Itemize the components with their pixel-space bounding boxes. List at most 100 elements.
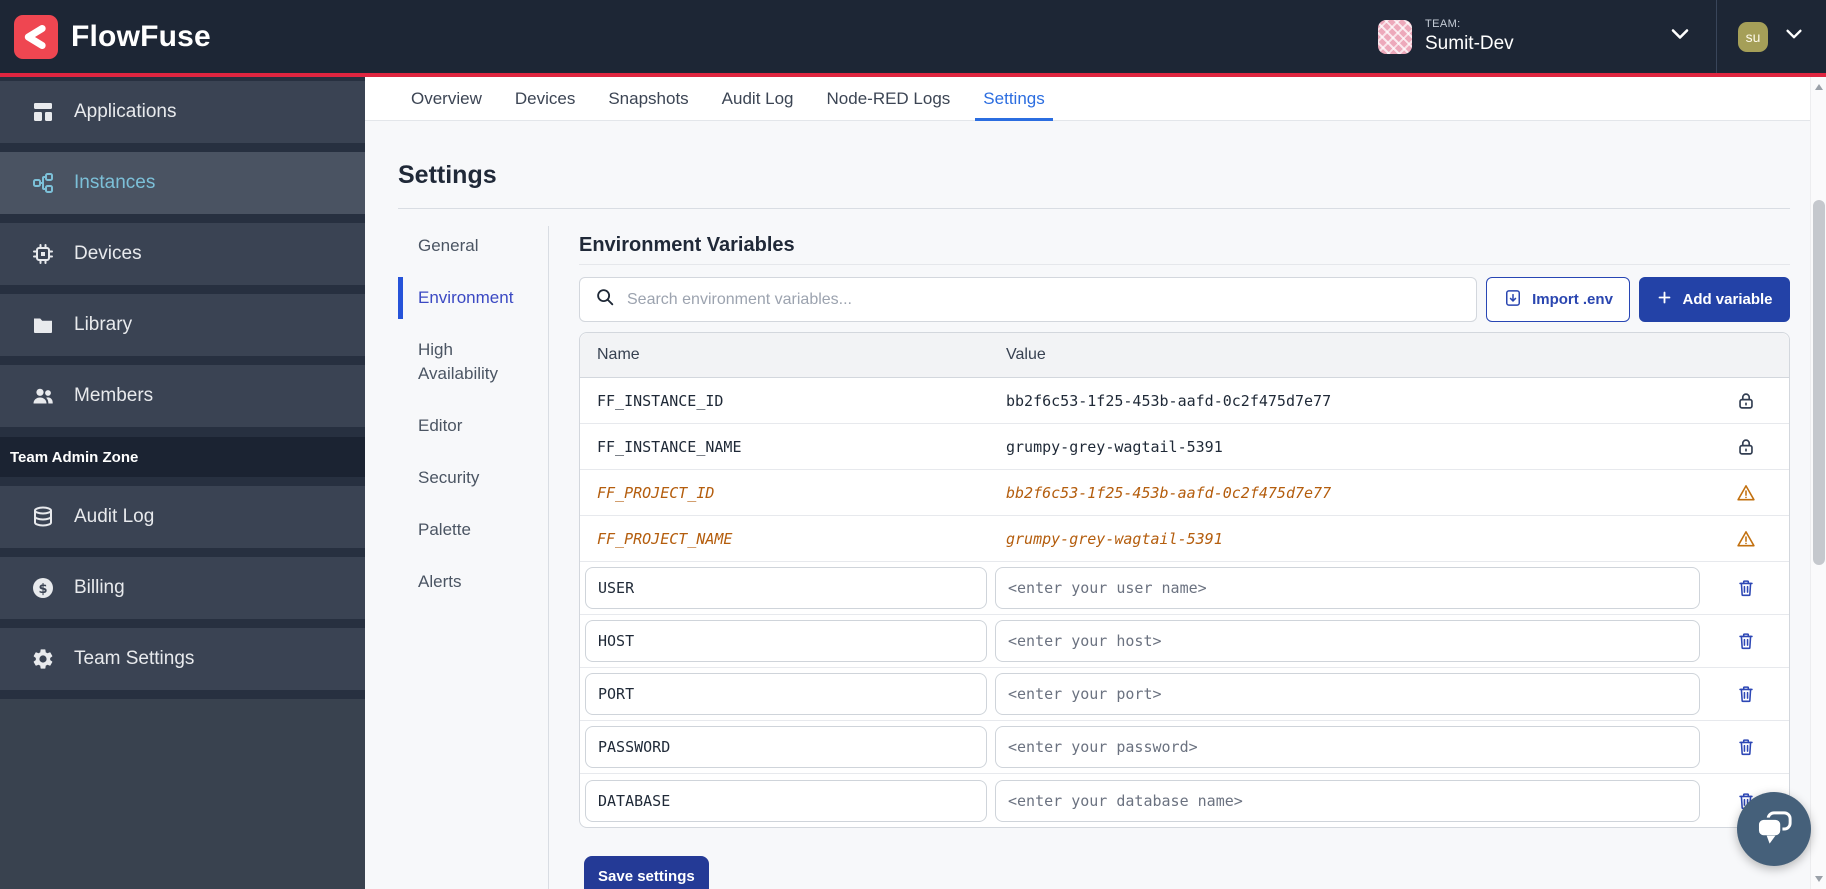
env-value-input[interactable] (995, 620, 1700, 662)
sidebar-item-label: Audit Log (74, 506, 154, 528)
env-value-input[interactable] (995, 673, 1700, 715)
team-name: Sumit-Dev (1425, 33, 1514, 55)
trash-icon (1735, 630, 1757, 652)
logo-wordmark[interactable]: FlowFuse (71, 20, 211, 54)
env-value-input[interactable] (995, 726, 1700, 768)
search-box (579, 277, 1477, 322)
env-value: bb2f6c53-1f25-453b-aafd-0c2f475d7e77 (1006, 484, 1703, 502)
plus-icon (1656, 289, 1673, 310)
delete-variable-button[interactable] (1735, 683, 1757, 705)
add-variable-button[interactable]: Add variable (1639, 277, 1790, 322)
settings-content: Settings General Environment High Availa… (365, 161, 1810, 889)
tab-node-red-logs[interactable]: Node-RED Logs (825, 77, 953, 120)
subnav-item-high-availability[interactable]: High Availability (398, 338, 536, 386)
chevron-left-logo-glyph (19, 20, 53, 54)
sidebar-item-team-settings[interactable]: Team Settings (0, 628, 365, 690)
sidebar-item-billing[interactable]: $ Billing (0, 557, 365, 619)
table-header-row: Name Value (580, 333, 1789, 378)
lock-icon (1703, 390, 1789, 412)
gear-icon (30, 647, 56, 671)
env-name-input[interactable] (585, 780, 987, 822)
env-name-input[interactable] (585, 726, 987, 768)
flowfuse-logo-icon[interactable] (14, 15, 58, 59)
delete-variable-button[interactable] (1735, 577, 1757, 599)
environment-panel: Environment Variables (579, 226, 1790, 889)
import-env-button[interactable]: Import .env (1486, 277, 1630, 322)
env-name-input[interactable] (585, 620, 987, 662)
user-avatar[interactable]: su (1738, 22, 1768, 52)
env-value-input[interactable] (995, 780, 1700, 822)
subnav-item-palette[interactable]: Palette (398, 518, 536, 542)
import-download-icon (1503, 288, 1523, 312)
main-area: Overview Devices Snapshots Audit Log Nod… (365, 77, 1810, 889)
sidebar-nav: Applications Instances Devices Library M… (0, 77, 365, 889)
table-row-editable (580, 721, 1789, 774)
sidebar-item-devices[interactable]: Devices (0, 223, 365, 285)
sidebar-item-library[interactable]: Library (0, 294, 365, 356)
sidebar-item-applications[interactable]: Applications (0, 81, 365, 143)
tab-audit-log[interactable]: Audit Log (720, 77, 796, 120)
column-header-name: Name (580, 346, 1006, 364)
database-icon (30, 505, 56, 529)
lock-icon (1703, 436, 1789, 458)
env-name-input[interactable] (585, 673, 987, 715)
save-settings-button[interactable]: Save settings (584, 856, 709, 889)
chat-bubbles-icon (1752, 807, 1796, 851)
scrollbar-thumb[interactable] (1813, 200, 1825, 565)
env-name: FF_PROJECT_ID (580, 484, 1006, 502)
user-menu[interactable]: su (1717, 0, 1826, 73)
env-name: FF_INSTANCE_ID (580, 392, 1006, 410)
scroll-down-arrow-icon[interactable] (1815, 876, 1823, 882)
tab-settings[interactable]: Settings (981, 77, 1046, 120)
table-row-deprecated: FF_PROJECT_NAME grumpy-grey-wagtail-5391 (580, 516, 1789, 562)
delete-variable-button[interactable] (1735, 736, 1757, 758)
sidebar-filler (0, 699, 365, 889)
tab-overview[interactable]: Overview (409, 77, 484, 120)
chat-widget-button[interactable] (1737, 792, 1811, 866)
delete-variable-button[interactable] (1735, 630, 1757, 652)
tab-snapshots[interactable]: Snapshots (606, 77, 690, 120)
sidebar-item-members[interactable]: Members (0, 365, 365, 427)
svg-text:$: $ (38, 582, 47, 597)
subnav-item-environment[interactable]: Environment (398, 286, 536, 310)
chip-icon (30, 242, 56, 266)
scroll-up-arrow-icon[interactable] (1815, 84, 1823, 90)
instances-icon (30, 171, 56, 195)
trash-icon (1735, 683, 1757, 705)
search-input[interactable] (627, 291, 1476, 309)
env-name: FF_PROJECT_NAME (580, 530, 1006, 548)
env-value-input[interactable] (995, 567, 1700, 609)
table-row-locked: FF_INSTANCE_ID bb2f6c53-1f25-453b-aafd-0… (580, 378, 1789, 424)
subnav-item-alerts[interactable]: Alerts (398, 570, 536, 594)
sidebar-item-label: Devices (74, 243, 142, 265)
team-label: TEAM: (1425, 18, 1514, 31)
table-row-deprecated: FF_PROJECT_ID bb2f6c53-1f25-453b-aafd-0c… (580, 470, 1789, 516)
subnav-item-editor[interactable]: Editor (398, 414, 536, 438)
users-icon (30, 384, 56, 408)
sidebar-item-label: Instances (74, 172, 155, 194)
subnav-item-security[interactable]: Security (398, 466, 536, 490)
table-row-editable (580, 668, 1789, 721)
env-value: bb2f6c53-1f25-453b-aafd-0c2f475d7e77 (1006, 392, 1703, 410)
tab-devices[interactable]: Devices (513, 77, 577, 120)
team-selector[interactable]: TEAM: Sumit-Dev (1350, 0, 1716, 73)
search-icon (594, 286, 616, 313)
chevron-down-icon[interactable] (1668, 22, 1692, 51)
subnav-item-general[interactable]: General (398, 234, 536, 258)
trash-icon (1735, 577, 1757, 599)
column-header-value: Value (1006, 346, 1703, 364)
env-name-input[interactable] (585, 567, 987, 609)
sidebar-item-instances[interactable]: Instances (0, 152, 365, 214)
vertical-scrollbar[interactable] (1810, 77, 1826, 889)
applications-icon (30, 100, 56, 124)
folder-icon (30, 313, 56, 337)
warning-icon (1703, 482, 1789, 504)
env-name: FF_INSTANCE_NAME (580, 438, 1006, 456)
sidebar-item-audit-log[interactable]: Audit Log (0, 486, 365, 548)
app-root: FlowFuse TEAM: Sumit-Dev su Applicatio (0, 0, 1826, 889)
sidebar-item-label: Library (74, 314, 132, 336)
table-row-locked: FF_INSTANCE_NAME grumpy-grey-wagtail-539… (580, 424, 1789, 470)
sidebar-item-label: Team Settings (74, 648, 194, 670)
env-value: grumpy-grey-wagtail-5391 (1006, 438, 1703, 456)
chevron-down-icon[interactable] (1783, 23, 1805, 50)
